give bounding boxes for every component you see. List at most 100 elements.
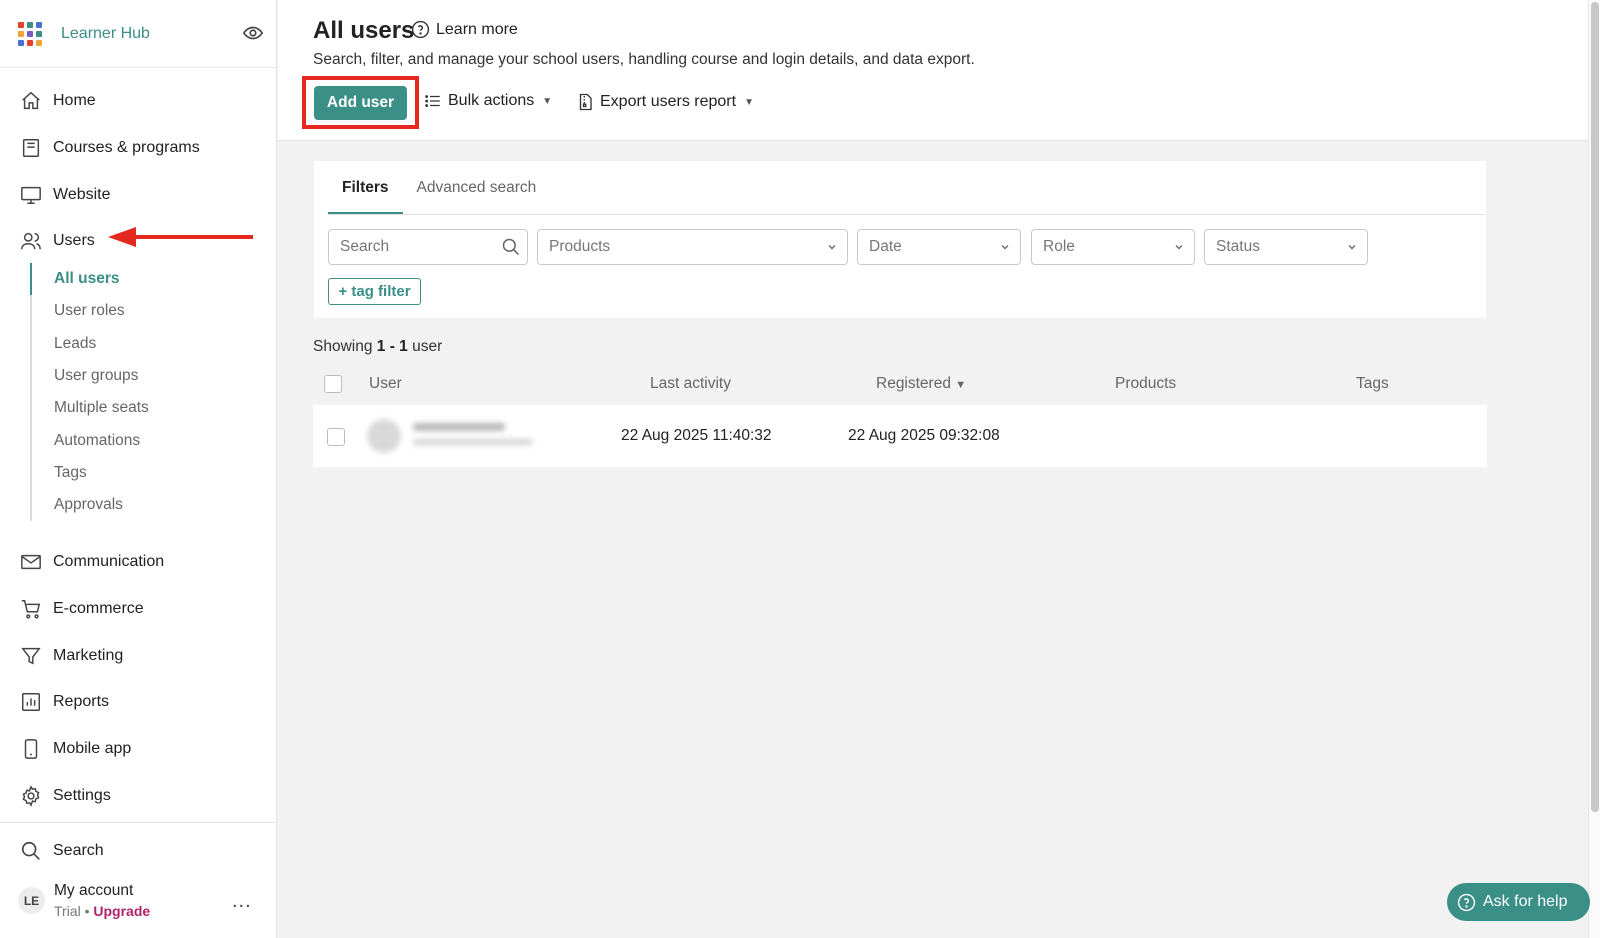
col-products[interactable]: Products [1115,375,1176,393]
redacted-name [413,423,505,431]
subnav-tags[interactable]: Tags [32,457,250,489]
nav-label-mobile-app: Mobile app [53,740,132,758]
showing-prefix: Showing [313,338,377,355]
brand-logo-square [27,30,33,37]
chevron-down-icon [1175,245,1183,250]
subnav-automations[interactable]: Automations [32,424,250,456]
nav-label-marketing: Marketing [53,646,124,664]
results-count: Showing 1 - 1 user [313,338,442,356]
brand-logo-icon [18,21,42,46]
caret-down-icon: ▼ [542,95,553,107]
caret-down-icon: ▼ [744,96,754,108]
col-registered-label: Registered [876,375,951,392]
subnav-user-groups[interactable]: User groups [32,360,250,392]
bulk-actions-dropdown[interactable]: Bulk actions ▼ [424,92,552,110]
sidebar-search[interactable]: Search [20,840,104,862]
nav-item-ecommerce[interactable]: E-commerce [0,586,276,633]
upgrade-link[interactable]: Upgrade [93,903,150,919]
brand-logo-square [27,39,33,46]
brand-name[interactable]: Learner Hub [61,25,150,43]
account-plan: Trial • Upgrade [54,903,150,919]
nav-label-ecommerce: E-commerce [53,600,144,618]
page-subtitle: Search, filter, and manage your school u… [313,51,975,68]
avatar: LE [18,887,45,914]
user-cell-redacted[interactable] [367,417,537,455]
add-tag-filter-button[interactable]: + tag filter [328,278,421,305]
mail-icon [20,551,42,573]
select-all-checkbox[interactable] [324,375,342,393]
nav-label-settings: Settings [53,786,111,804]
sidebar-search-label: Search [53,842,104,859]
search-input[interactable] [328,229,528,265]
chart-icon [20,691,42,713]
chevron-down-icon [1001,245,1009,250]
col-registered[interactable]: Registered ▼ [876,375,966,393]
scrollbar-thumb[interactable] [1591,2,1599,812]
col-tags[interactable]: Tags [1356,375,1389,393]
nav-item-communication[interactable]: Communication [0,539,276,586]
nav-item-courses[interactable]: Courses & programs [0,125,276,172]
page-header: All users Learn more Search, filter, and… [278,0,1588,141]
subnav-leads[interactable]: Leads [32,328,250,360]
annotation-arrow-icon [108,227,253,247]
cart-icon [20,598,42,620]
page-scrollbar[interactable] [1588,0,1600,938]
learn-more-label: Learn more [436,20,518,38]
table-row[interactable]: 22 Aug 2025 11:40:32 22 Aug 2025 09:32:0… [313,405,1487,467]
col-last-activity[interactable]: Last activity [650,375,731,393]
nav-item-marketing[interactable]: Marketing [0,632,276,679]
ask-for-help-label: Ask for help [1483,893,1568,910]
brand-logo-square [18,30,24,37]
subnav-all-users[interactable]: All users [30,263,250,296]
home-icon [20,90,42,112]
export-report-dropdown[interactable]: Export users report ▼ [576,92,754,112]
subnav-user-roles[interactable]: User roles [32,295,250,327]
gear-icon [20,784,42,807]
tab-advanced-search[interactable]: Advanced search [403,161,551,215]
role-select[interactable]: Role [1031,229,1195,265]
search-icon [21,841,40,860]
phone-icon [20,738,42,760]
status-select[interactable]: Status [1204,229,1368,265]
plan-separator: • [80,903,94,919]
nav-item-home[interactable]: Home [0,78,276,125]
col-user[interactable]: User [369,375,402,393]
add-user-button[interactable]: Add user [314,86,407,120]
account-name: My account [54,882,134,899]
add-user-highlight: Add user [302,76,419,129]
filter-card: Filters Advanced search Products Date Ro… [314,161,1486,318]
tab-divider [328,214,1486,215]
more-options-icon[interactable]: ... [232,890,252,913]
eye-icon[interactable] [242,22,264,44]
monitor-icon [20,184,42,206]
nav-label-communication: Communication [53,553,165,571]
brand-logo-square [18,39,24,46]
funnel-icon [20,645,42,667]
subnav-approvals[interactable]: Approvals [32,489,250,521]
tab-filters[interactable]: Filters [328,161,403,215]
nav-item-settings[interactable]: Settings [0,772,276,819]
nav-item-reports[interactable]: Reports [0,679,276,726]
nav-label-website: Website [53,185,111,203]
date-select[interactable]: Date [857,229,1021,265]
nav-item-mobile-app[interactable]: Mobile app [0,726,276,773]
help-circle-icon [411,20,430,39]
nav-item-website[interactable]: Website [0,171,276,218]
ask-for-help-button[interactable]: Ask for help [1447,883,1590,921]
help-circle-icon [1457,893,1476,911]
bulk-actions-label: Bulk actions [448,92,535,109]
subnav-multiple-seats[interactable]: Multiple seats [32,392,250,424]
account-menu[interactable]: LE My account Trial • Upgrade [18,882,150,919]
learn-more-link[interactable]: Learn more [411,20,518,39]
sidebar: Learner Hub Home Courses & programs Webs… [0,0,277,938]
brand-logo-square [36,39,42,46]
products-select-label: Products [549,238,611,255]
date-select-label: Date [869,238,902,255]
row-checkbox[interactable] [327,428,345,446]
secondary-nav: Communication E-commerce Marketing Repor… [0,539,276,819]
sort-desc-icon: ▼ [955,379,967,391]
showing-suffix: user [407,338,443,355]
products-select[interactable]: Products [537,229,848,265]
chevron-down-icon [828,245,836,250]
status-select-label: Status [1216,238,1260,255]
